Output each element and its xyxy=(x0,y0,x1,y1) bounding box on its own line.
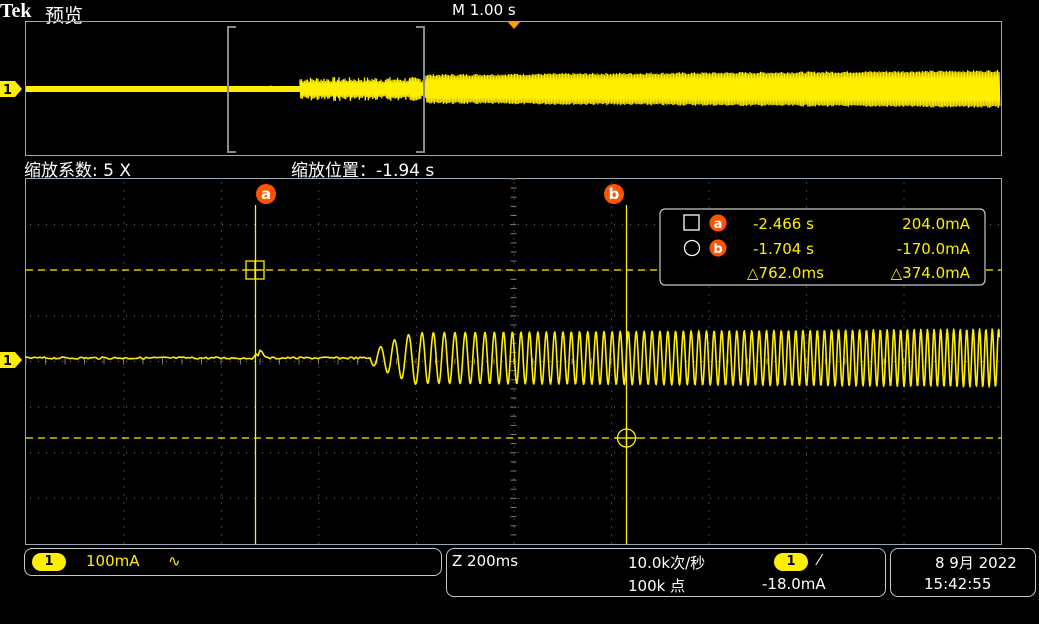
cursor-a-time: -2.466 s xyxy=(753,215,814,233)
record-length: 100k 点 xyxy=(628,577,686,595)
svg-text:1: 1 xyxy=(3,354,12,369)
cursor-delta-time: △762.0ms xyxy=(747,264,824,282)
cursor-a-square-marker[interactable] xyxy=(245,260,265,280)
zoom-waveform-panel: a b 1 a b -2.466 s 204.0mA -1.704 s -170… xyxy=(0,178,1002,545)
svg-text:a: a xyxy=(714,217,723,232)
trigger-level: -18.0mA xyxy=(762,575,826,593)
cursor-b-time: -1.704 s xyxy=(753,240,814,258)
cursor-a-value: 204.0mA xyxy=(902,215,971,233)
date: 8 9月 2022 xyxy=(935,554,1017,572)
cursor-b-circle-marker[interactable] xyxy=(615,427,638,449)
cursor-a-badge[interactable]: a xyxy=(256,184,276,204)
cursor-b-badge[interactable]: b xyxy=(604,184,624,204)
cursor-readout-box[interactable]: a b -2.466 s 204.0mA -1.704 s -170.0mA △… xyxy=(659,208,986,286)
cursor-b-value: -170.0mA xyxy=(897,240,971,258)
svg-text:b: b xyxy=(713,242,722,257)
sample-rate: 10.0k次/秒 xyxy=(628,554,706,572)
svg-text:a: a xyxy=(261,185,271,203)
zoom-waveform xyxy=(25,328,1001,388)
zoom-timebase: Z 200ms xyxy=(452,552,519,570)
channel-1-badge: 1 xyxy=(32,553,66,571)
time: 15:42:55 xyxy=(924,575,992,593)
cursor-delta-value: △374.0mA xyxy=(891,264,971,282)
trigger-channel-badge: 1 xyxy=(774,553,808,571)
channel-1-offset-marker[interactable]: 1 xyxy=(0,352,22,369)
bandwidth-limit-icon: ∿ xyxy=(168,552,181,570)
channel-1-scale: 100mA xyxy=(86,552,140,570)
trigger-slope-icon: ⁄ xyxy=(818,551,821,569)
svg-text:b: b xyxy=(609,185,620,203)
